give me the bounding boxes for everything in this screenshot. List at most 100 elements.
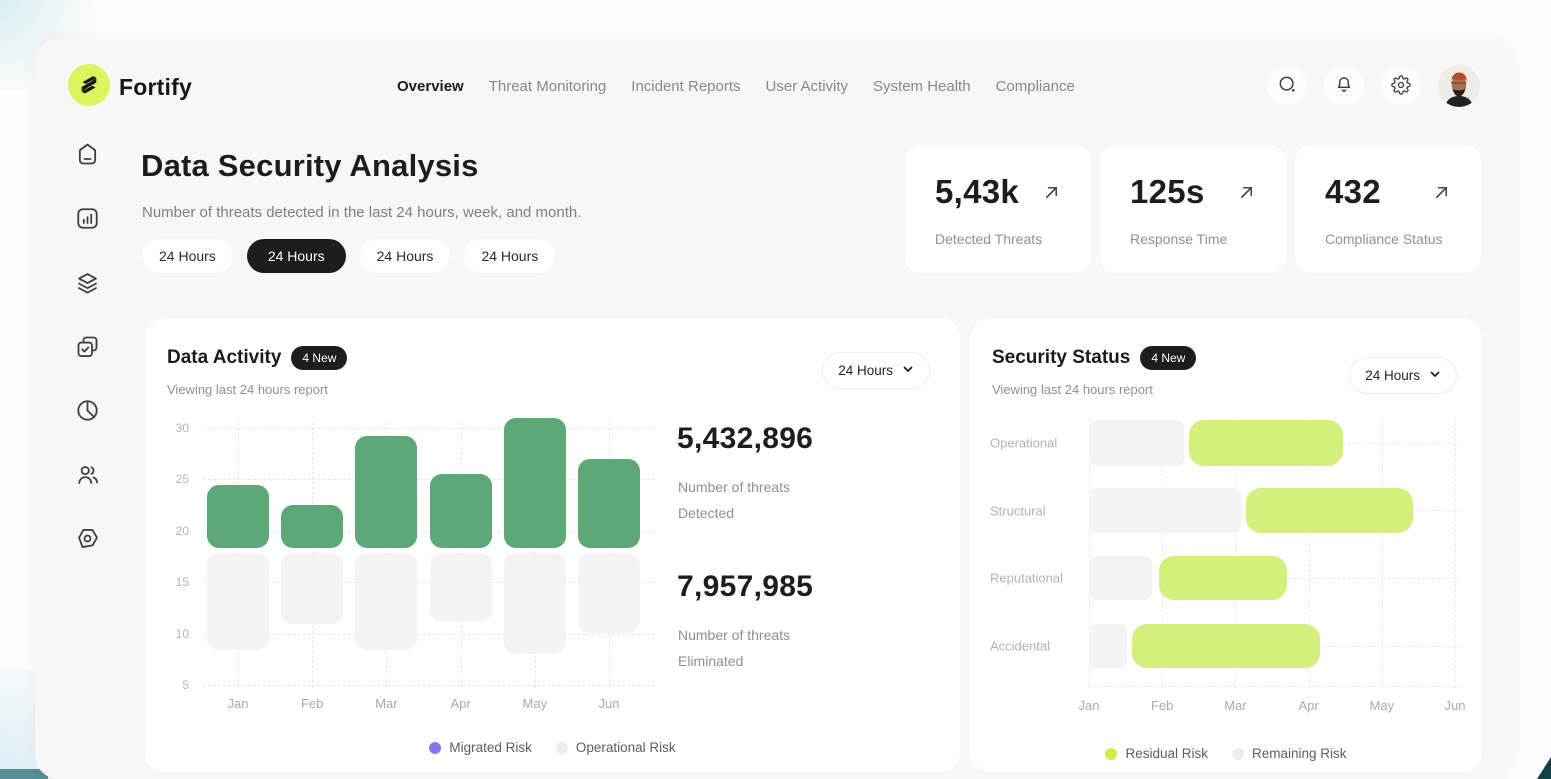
row-label-reputational: Reputational bbox=[990, 571, 1074, 586]
stat-value: 125s bbox=[1130, 173, 1205, 211]
sidebar-item-users[interactable] bbox=[74, 461, 101, 488]
x-axis-labels: JanFebMarAprMayJun bbox=[1089, 698, 1460, 714]
x-tick-label: May bbox=[1370, 698, 1395, 713]
search-icon bbox=[1277, 74, 1298, 98]
new-count-badge: 4 New bbox=[291, 346, 347, 370]
pie-chart-icon bbox=[74, 411, 101, 428]
card-subtitle: Viewing last 24 hours report bbox=[167, 382, 328, 397]
stat-cards: 5,43kDetected Threats 125s Response Time 43… bbox=[905, 145, 1481, 273]
hexagon-target-icon bbox=[74, 539, 101, 556]
gridline bbox=[1455, 418, 1456, 688]
y-tick-label: 15 bbox=[176, 575, 189, 589]
bar-migrated-risk-mar bbox=[355, 436, 417, 548]
tasks-icon bbox=[74, 347, 101, 364]
x-tick-label: May bbox=[523, 696, 548, 711]
gridline bbox=[203, 685, 655, 686]
x-tick-label: Apr bbox=[1298, 698, 1318, 713]
gridline bbox=[203, 634, 655, 635]
nav-item-overview[interactable]: Overview bbox=[397, 78, 464, 95]
sidebar-item-tasks[interactable] bbox=[74, 333, 101, 360]
card-title: Data Activity bbox=[167, 347, 281, 369]
page-title: Data Security Analysis bbox=[141, 148, 479, 184]
x-axis-labels: JanFebMarAprMayJun bbox=[203, 696, 655, 714]
x-tick-label: Mar bbox=[375, 696, 397, 711]
filter-pill-3[interactable]: 24 Hours bbox=[464, 239, 555, 273]
legend-dot bbox=[1105, 748, 1117, 760]
sidebar-item-reports[interactable] bbox=[74, 397, 101, 424]
x-tick-label: Jan bbox=[228, 696, 249, 711]
trend-arrow-icon bbox=[1432, 183, 1451, 207]
sidebar-item-security-hub[interactable] bbox=[74, 525, 101, 552]
sidebar-item-home[interactable] bbox=[74, 141, 101, 168]
legend-label: Remaining Risk bbox=[1252, 746, 1347, 761]
y-tick-label: 25 bbox=[176, 472, 189, 486]
layers-icon bbox=[74, 283, 101, 300]
x-tick-label: Feb bbox=[1151, 698, 1173, 713]
sidebar bbox=[74, 141, 101, 552]
y-tick-label: 30 bbox=[176, 421, 189, 435]
legend-item-remaining-risk: Remaining Risk bbox=[1232, 746, 1347, 761]
timeframe-dropdown[interactable]: 24 Hours bbox=[1349, 357, 1457, 394]
bar-migrated-risk-jun bbox=[578, 459, 640, 548]
stat-label: Response Time bbox=[1130, 231, 1227, 247]
bar-remaining-risk-structural bbox=[1089, 488, 1241, 533]
bar-operational-risk-jan bbox=[207, 553, 269, 650]
stat-card-compliance-status[interactable]: 432Compliance Status bbox=[1295, 145, 1481, 273]
filter-pill-1[interactable]: 24 Hours bbox=[247, 239, 346, 273]
threats-eliminated-value: 7,957,985 bbox=[677, 570, 813, 604]
nav-item-threat-monitoring[interactable]: Threat Monitoring bbox=[489, 78, 607, 95]
nav-item-system-health[interactable]: System Health bbox=[873, 78, 971, 95]
data-activity-card: Data Activity 4 New Viewing last 24 hour… bbox=[145, 318, 960, 772]
fortify-logo-icon bbox=[68, 64, 110, 106]
filter-pill-0[interactable]: 24 Hours bbox=[142, 239, 233, 273]
settings-button[interactable] bbox=[1381, 66, 1421, 106]
stat-card-detected-threats[interactable]: 5,43kDetected Threats bbox=[905, 145, 1091, 273]
legend-label: Migrated Risk bbox=[449, 740, 532, 755]
data-activity-legend: Migrated Risk Operational Risk bbox=[145, 740, 960, 755]
trend-arrow-icon bbox=[1042, 183, 1061, 207]
nav-item-incident-reports[interactable]: Incident Reports bbox=[631, 78, 740, 95]
bar-operational-risk-jun bbox=[578, 553, 640, 632]
nav-item-compliance[interactable]: Compliance bbox=[996, 78, 1075, 95]
security-status-legend: Residual RiskRemaining Risk bbox=[970, 746, 1482, 761]
dashboard-panel: Fortify Overview Threat Monitoring Inciden… bbox=[35, 38, 1510, 779]
security-status-card: Security Status 4 New Viewing last 24 ho… bbox=[970, 318, 1482, 772]
chevron-down-icon bbox=[1429, 368, 1441, 383]
gear-icon bbox=[1391, 75, 1411, 98]
time-filter-group: 24 Hours 24 Hours 24 Hours 24 Hours bbox=[142, 239, 555, 273]
data-activity-chart: 30252015105 bbox=[203, 414, 655, 706]
stat-value: 432 bbox=[1325, 173, 1381, 211]
filter-pill-2[interactable]: 24 Hours bbox=[360, 239, 451, 273]
x-tick-label: Jun bbox=[1445, 698, 1466, 713]
bar-migrated-risk-feb bbox=[281, 505, 343, 548]
page-subtitle: Number of threats detected in the last 2… bbox=[142, 204, 581, 221]
notifications-button[interactable] bbox=[1324, 66, 1364, 106]
y-tick-label: 10 bbox=[176, 627, 189, 641]
x-tick-label: Jan bbox=[1079, 698, 1100, 713]
legend-item-operational-risk: Operational Risk bbox=[556, 740, 676, 755]
x-tick-label: Feb bbox=[301, 696, 323, 711]
threats-eliminated-label: Number of threats Eliminated bbox=[678, 622, 790, 674]
y-tick-label: 5 bbox=[182, 678, 189, 692]
search-button[interactable] bbox=[1267, 66, 1307, 106]
security-status-chart bbox=[1089, 418, 1460, 690]
timeframe-dropdown[interactable]: 24 Hours bbox=[822, 352, 930, 389]
stat-value: 5,43k bbox=[935, 173, 1019, 211]
row-label-operational: Operational bbox=[990, 436, 1074, 451]
sidebar-item-layers[interactable] bbox=[74, 269, 101, 296]
bar-operational-risk-apr bbox=[430, 553, 492, 622]
card-title: Security Status bbox=[992, 347, 1130, 369]
new-count-badge: 4 New bbox=[1140, 346, 1196, 370]
sidebar-item-analytics[interactable] bbox=[74, 205, 101, 232]
bar-operational-risk-mar bbox=[355, 553, 417, 650]
dropdown-label: 24 Hours bbox=[838, 363, 893, 378]
x-tick-label: Apr bbox=[450, 696, 470, 711]
brand-name: Fortify bbox=[119, 74, 192, 101]
x-tick-label: Mar bbox=[1224, 698, 1246, 713]
top-nav: Overview Threat Monitoring Incident Report… bbox=[397, 78, 1075, 95]
home-icon bbox=[74, 155, 101, 172]
profile-avatar[interactable] bbox=[1438, 65, 1480, 107]
nav-item-user-activity[interactable]: User Activity bbox=[766, 78, 849, 95]
stat-card-response-time[interactable]: 125s Response Time bbox=[1100, 145, 1286, 273]
bell-icon bbox=[1334, 75, 1354, 98]
